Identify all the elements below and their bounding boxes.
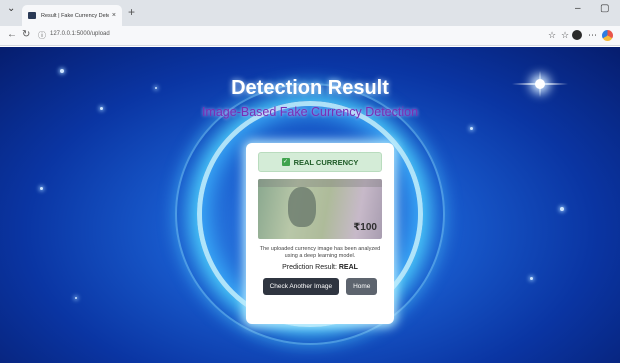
sparkle xyxy=(560,207,564,211)
favicon-icon xyxy=(28,12,36,19)
prediction-value: REAL xyxy=(338,264,358,271)
note-denomination: ₹100 xyxy=(353,222,377,233)
result-card: ✓ REAL CURRENCY ₹100 The uploaded curren… xyxy=(246,143,394,324)
profile-avatar[interactable] xyxy=(572,30,582,40)
sparkle xyxy=(60,69,64,73)
info-icon[interactable]: ⓘ xyxy=(38,30,46,42)
result-badge: ✓ REAL CURRENCY xyxy=(258,152,382,172)
sparkle xyxy=(75,297,77,299)
minimize-button[interactable]: – xyxy=(575,3,581,14)
prediction-label: Prediction Result: xyxy=(282,264,337,271)
tab-menu-icon[interactable]: ⌄ xyxy=(7,3,15,14)
sparkle xyxy=(40,187,43,190)
favorites-icon[interactable]: ☆ xyxy=(561,29,569,41)
extension-icon[interactable] xyxy=(602,30,613,41)
tab-title: Result | Fake Currency Detection xyxy=(41,12,109,19)
url-input[interactable]: 127.0.0.1:5000/upload xyxy=(50,31,110,37)
page-background: Detection Result Image-Based Fake Curren… xyxy=(0,47,620,363)
note-portrait xyxy=(288,187,316,227)
note-strip xyxy=(258,179,382,187)
result-description: The uploaded currency image has been ana… xyxy=(259,246,381,259)
menu-icon[interactable]: ⋯ xyxy=(588,29,597,41)
page-title: Detection Result xyxy=(231,77,389,99)
currency-image: ₹100 xyxy=(258,179,382,239)
check-another-image-button[interactable]: Check Another Image xyxy=(262,278,340,295)
tab-close-icon[interactable]: × xyxy=(112,12,116,19)
zoom-icon[interactable]: ☆ xyxy=(548,29,556,41)
home-button[interactable]: Home xyxy=(346,278,378,295)
check-icon: ✓ xyxy=(281,158,290,166)
browser-tab-bar: ⌄ Result | Fake Currency Detection × + –… xyxy=(0,0,620,26)
sparkle xyxy=(530,277,533,280)
restore-button[interactable]: ▢ xyxy=(600,3,609,14)
address-bar: ← ↻ ⓘ 127.0.0.1:5000/upload ☆ ☆ ⋯ xyxy=(0,26,620,46)
prediction-result: Prediction Result: REAL xyxy=(255,264,385,271)
reload-icon[interactable]: ↻ xyxy=(22,29,30,41)
badge-text: REAL CURRENCY xyxy=(293,157,359,167)
new-tab-button[interactable]: + xyxy=(128,6,135,18)
page-subtitle: Image-Based Fake Currency Detection xyxy=(201,105,419,119)
back-icon[interactable]: ← xyxy=(7,29,17,41)
sparkle xyxy=(470,127,473,130)
action-buttons: Check Another Image Home xyxy=(255,278,385,295)
browser-tab[interactable]: Result | Fake Currency Detection × xyxy=(22,5,122,26)
